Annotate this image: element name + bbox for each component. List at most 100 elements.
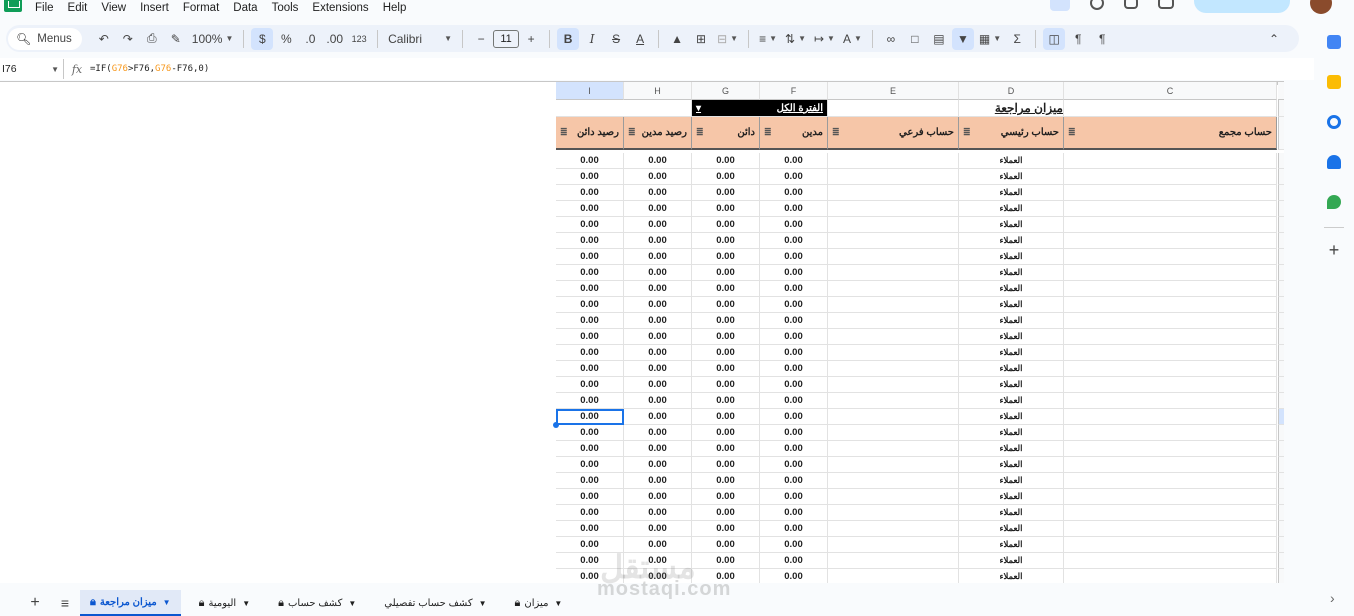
empty-grid-area[interactable] <box>0 82 556 583</box>
table-cell-e[interactable] <box>828 249 959 265</box>
table-cell-e[interactable] <box>828 441 959 457</box>
table-cell-f[interactable]: 0.00 <box>760 521 828 537</box>
percent-button[interactable]: % <box>275 28 297 50</box>
table-cell-e[interactable] <box>828 297 959 313</box>
table-cell-g[interactable]: 0.00 <box>692 505 760 521</box>
history-icon[interactable] <box>1090 0 1104 10</box>
sheet-tab[interactable]: 🔒︎ ميزان ▼ <box>505 590 573 616</box>
share-button[interactable] <box>1194 0 1290 13</box>
table-cell-d[interactable]: العملاء <box>959 425 1064 441</box>
increase-decimal-button[interactable]: .00 <box>323 28 346 50</box>
table-cell-d[interactable]: العملاء <box>959 313 1064 329</box>
table-cell-g[interactable]: 0.00 <box>692 441 760 457</box>
table-cell-f[interactable]: 0.00 <box>760 473 828 489</box>
table-cell-h[interactable]: 0.00 <box>624 169 692 185</box>
sheet-tab[interactable]: 🔒︎ ميزان مراجعة ▼ <box>80 590 181 616</box>
table-cell-g[interactable]: 0.00 <box>692 169 760 185</box>
font-select[interactable]: Calibri ▼ <box>385 28 455 50</box>
table-cell-c[interactable] <box>1064 473 1277 489</box>
menu-help[interactable]: Help <box>383 2 407 14</box>
comments-icon[interactable] <box>1124 0 1138 9</box>
table-cell-e[interactable] <box>828 185 959 201</box>
table-cell-d[interactable]: العملاء <box>959 537 1064 553</box>
table-cell-f[interactable]: 0.00 <box>760 457 828 473</box>
table-cell-f[interactable]: 0.00 <box>760 329 828 345</box>
table-cell-f[interactable]: 0.00 <box>760 361 828 377</box>
table-cell-c[interactable] <box>1064 521 1277 537</box>
merge-cells-icon[interactable]: ⊟ ▼ <box>714 28 741 50</box>
table-cell-i[interactable]: 0.00 <box>556 201 624 217</box>
menu-tools[interactable]: Tools <box>272 2 299 14</box>
font-size-input[interactable]: 11 <box>493 29 520 48</box>
table-cell-c[interactable] <box>1064 201 1277 217</box>
table-cell-c[interactable] <box>1064 441 1277 457</box>
table-cell-i[interactable]: 0.00 <box>556 297 624 313</box>
table-cell-e[interactable] <box>828 233 959 249</box>
table-cell-c[interactable] <box>1064 393 1277 409</box>
table-cell-i[interactable]: 0.00 <box>556 377 624 393</box>
table-cell-g[interactable]: 0.00 <box>692 425 760 441</box>
table-cell-f[interactable]: 0.00 <box>760 153 828 169</box>
cell-row-1[interactable] <box>556 100 692 117</box>
table-cell-h[interactable]: 0.00 <box>624 345 692 361</box>
chevron-down-icon[interactable]: ▼ <box>242 599 250 608</box>
table-cell-g[interactable]: 0.00 <box>692 297 760 313</box>
table-cell-g[interactable]: 0.00 <box>692 409 760 425</box>
table-cell-f[interactable]: 0.00 <box>760 393 828 409</box>
row-header[interactable]: 79 <box>1278 457 1284 473</box>
table-cell-c[interactable] <box>1064 505 1277 521</box>
column-title-g[interactable]: ≣ دائن <box>692 117 760 150</box>
meet-icon[interactable] <box>1158 0 1174 9</box>
row-header[interactable]: 80 <box>1278 473 1284 489</box>
table-cell-g[interactable]: 0.00 <box>692 361 760 377</box>
row-header[interactable]: 70 <box>1278 313 1284 329</box>
cell-row-1[interactable] <box>828 100 959 117</box>
table-cell-f[interactable]: 0.00 <box>760 489 828 505</box>
table-cell-c[interactable] <box>1064 153 1277 169</box>
table-cell-h[interactable]: 0.00 <box>624 377 692 393</box>
row-header-1[interactable]: 1 <box>1278 100 1284 117</box>
column-title-e[interactable]: ≣ حساب فرعي <box>828 117 959 150</box>
table-cell-i[interactable]: 0.00 <box>556 313 624 329</box>
table-cell-h[interactable]: 0.00 <box>624 425 692 441</box>
table-cell-g[interactable]: 0.00 <box>692 217 760 233</box>
formula-input[interactable]: =IF(G76>F76,G76-F76,0) <box>90 64 209 74</box>
table-cell-i[interactable]: 0.00 <box>556 169 624 185</box>
column-header-g[interactable]: G <box>692 82 760 100</box>
sheet-tab[interactable]: كشف حساب تفصيلي ▼ <box>374 590 496 616</box>
table-cell-c[interactable] <box>1064 361 1277 377</box>
column-header-e[interactable]: E <box>828 82 959 100</box>
row-header[interactable]: 85 <box>1278 553 1284 569</box>
filter-icon[interactable]: ≣ <box>764 127 772 138</box>
table-cell-c[interactable] <box>1064 249 1277 265</box>
add-addon-icon[interactable]: + <box>1329 240 1340 261</box>
redo-icon[interactable]: ↷ <box>117 28 139 50</box>
table-cell-f[interactable]: 0.00 <box>760 553 828 569</box>
table-cell-c[interactable] <box>1064 569 1277 583</box>
table-cell-i[interactable]: 0.00 <box>556 441 624 457</box>
comment-mode-icon[interactable] <box>1050 0 1070 11</box>
fill-color-icon[interactable]: ▲ <box>666 28 688 50</box>
column-title-i[interactable]: ≣ رصيد دائن <box>556 117 624 150</box>
table-cell-i[interactable]: 0.00 <box>556 521 624 537</box>
table-cell-h[interactable]: 0.00 <box>624 297 692 313</box>
table-cell-e[interactable] <box>828 361 959 377</box>
table-cell-d[interactable]: العملاء <box>959 361 1064 377</box>
table-cell-c[interactable] <box>1064 457 1277 473</box>
table-cell-h[interactable]: 0.00 <box>624 313 692 329</box>
table-cell-h[interactable]: 0.00 <box>624 185 692 201</box>
table-cell-d[interactable]: العملاء <box>959 457 1064 473</box>
table-cell-h[interactable]: 0.00 <box>624 217 692 233</box>
table-cell-i[interactable]: 0.00 <box>556 185 624 201</box>
borders-icon[interactable]: ⊞ <box>690 28 712 50</box>
table-cell-h[interactable]: 0.00 <box>624 281 692 297</box>
table-cell-d[interactable]: العملاء <box>959 553 1064 569</box>
table-cell-g[interactable]: 0.00 <box>692 329 760 345</box>
menu-edit[interactable]: Edit <box>68 2 88 14</box>
number-format-button[interactable]: 123 <box>348 28 370 50</box>
table-cell-g[interactable]: 0.00 <box>692 553 760 569</box>
table-cell-c[interactable] <box>1064 329 1277 345</box>
sheets-logo-icon[interactable] <box>4 0 22 12</box>
row-header-2[interactable]: 2 <box>1278 117 1284 150</box>
table-cell-e[interactable] <box>828 281 959 297</box>
